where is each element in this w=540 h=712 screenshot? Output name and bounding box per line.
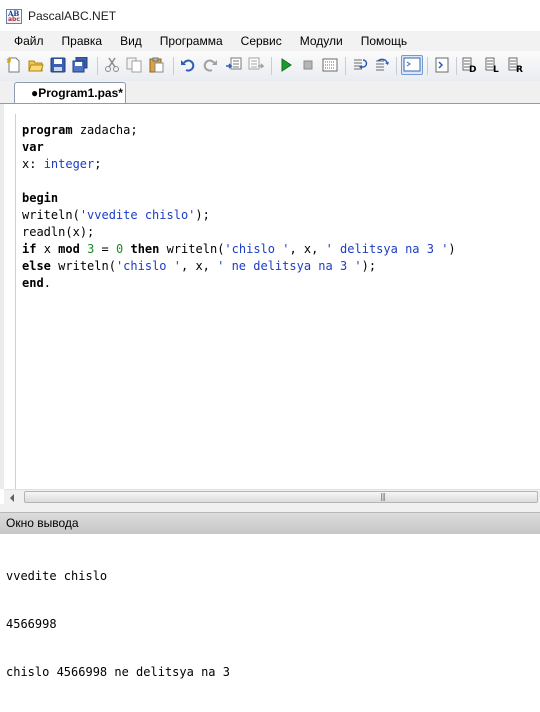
new-file-icon[interactable] — [6, 57, 22, 73]
code-line: writeln('vvedite chislo'); — [22, 208, 210, 222]
menu-bar: Файл Правка Вид Программа Сервис Модули … — [0, 31, 540, 51]
horizontal-scrollbar[interactable]: ||| — [4, 489, 540, 505]
menu-help[interactable]: Помощь — [352, 34, 416, 48]
tab-program1[interactable]: ●Program1.pas* — [14, 82, 126, 103]
toolbar: D L R — [0, 51, 540, 82]
format-d-icon[interactable]: D — [462, 57, 478, 75]
uncomment-icon[interactable] — [226, 57, 242, 73]
menu-service[interactable]: Сервис — [232, 34, 291, 48]
fold-line — [15, 114, 16, 489]
pascalabc-app-icon[interactable]: AB abc — [6, 9, 22, 24]
panel-splitter[interactable] — [0, 504, 540, 512]
save-icon[interactable] — [50, 57, 66, 73]
code-text[interactable]: program zadacha; var x: integer; begin writ… — [22, 122, 456, 292]
output-line: 4566998 — [6, 617, 57, 631]
code-line: program zadacha; — [22, 123, 138, 137]
scrollbar-thumb[interactable] — [24, 491, 538, 503]
run-icon[interactable] — [278, 57, 294, 73]
paste-icon[interactable] — [148, 57, 164, 73]
step-into-icon[interactable] — [352, 57, 368, 73]
menu-modules[interactable]: Модули — [291, 34, 352, 48]
scroll-left-arrow-icon[interactable] — [10, 494, 14, 502]
output-panel[interactable]: vvedite chislo 4566998 chislo 4566998 ne… — [0, 534, 540, 694]
comment-icon[interactable] — [248, 57, 265, 73]
format-r-icon[interactable]: R — [508, 57, 524, 75]
svg-text:R: R — [516, 65, 523, 73]
output-window-icon[interactable] — [401, 55, 423, 75]
copy-icon[interactable] — [126, 57, 142, 73]
tab-strip: ●Program1.pas* — [0, 81, 540, 104]
menu-file[interactable]: Файл — [0, 34, 53, 48]
title-bar: AB abc PascalABC.NET — [0, 0, 540, 31]
output-text: vvedite chislo 4566998 chislo 4566998 ne… — [6, 536, 230, 712]
stop-icon[interactable] — [300, 57, 316, 73]
editor-gutter — [0, 104, 4, 489]
code-line: end. — [22, 276, 51, 290]
code-editor[interactable]: program zadacha; var x: integer; begin writ… — [0, 104, 540, 489]
code-line: begin — [22, 191, 59, 205]
menu-view[interactable]: Вид — [111, 34, 151, 48]
debug-view-icon[interactable] — [434, 57, 450, 73]
window-title: PascalABC.NET — [28, 9, 117, 23]
menu-program[interactable]: Программа — [151, 34, 232, 48]
output-line: chislo 4566998 ne delitsya na 3 — [6, 665, 230, 679]
cut-icon[interactable] — [104, 57, 120, 73]
code-line: var — [22, 140, 44, 154]
code-line: else writeln('chislo ', x, ' ne delitsya… — [22, 259, 377, 273]
format-l-icon[interactable]: L — [485, 57, 501, 75]
output-panel-header: Окно вывода — [0, 512, 540, 534]
save-all-icon[interactable] — [72, 56, 88, 73]
output-line: vvedite chislo — [6, 569, 108, 583]
output-panel-title: Окно вывода — [6, 516, 79, 530]
svg-text:L: L — [493, 65, 499, 73]
code-line: readln(x); — [22, 225, 95, 239]
compile-icon[interactable] — [322, 57, 338, 73]
code-line: x: integer; — [22, 157, 102, 171]
menu-edit[interactable]: Правка — [53, 34, 112, 48]
step-over-icon[interactable] — [374, 57, 390, 73]
open-folder-icon[interactable] — [28, 57, 44, 73]
code-line: if x mod 3 = 0 then writeln('chislo ', x… — [22, 242, 456, 256]
scrollbar-grip-icon: ||| — [380, 492, 386, 501]
redo-icon[interactable] — [202, 57, 218, 73]
undo-icon[interactable] — [180, 57, 196, 73]
svg-text:D: D — [469, 65, 476, 73]
